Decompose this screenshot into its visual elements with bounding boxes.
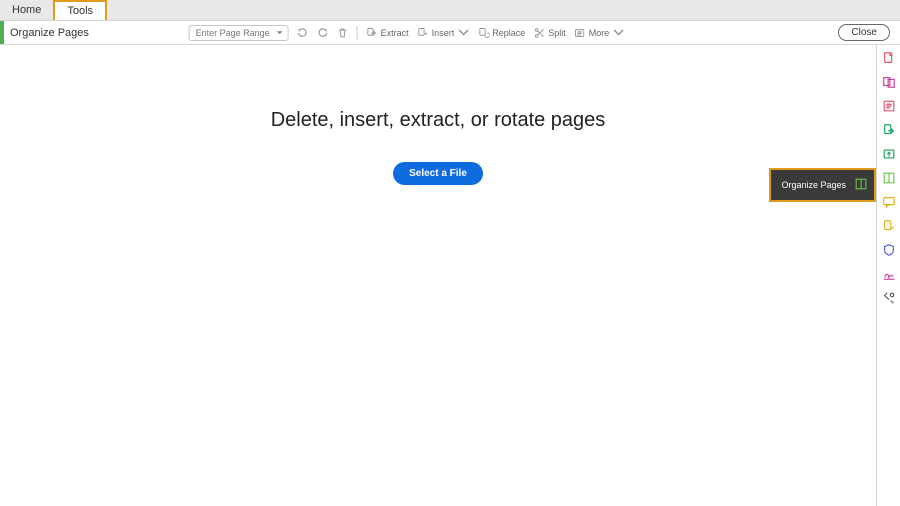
organize-pages-icon — [854, 177, 868, 193]
rail-organize-icon[interactable] — [882, 171, 896, 185]
replace-label: Replace — [492, 28, 525, 38]
rail-combine-icon[interactable] — [882, 75, 896, 89]
rail-protect-icon[interactable] — [882, 243, 896, 257]
delete-button[interactable] — [337, 27, 349, 39]
rail-fill-sign-icon[interactable] — [882, 219, 896, 233]
right-tool-rail — [876, 45, 900, 506]
rail-more-tools-icon[interactable] — [882, 291, 896, 305]
tab-home[interactable]: Home — [0, 0, 53, 20]
replace-button[interactable]: Replace — [477, 27, 525, 39]
more-label: More — [589, 28, 610, 38]
tooltip-label: Organize Pages — [781, 180, 846, 190]
rotate-cw-button[interactable] — [317, 27, 329, 39]
rail-comment-icon[interactable] — [882, 195, 896, 209]
extract-button[interactable]: Extract — [366, 27, 409, 39]
top-tab-bar: Home Tools — [0, 0, 900, 21]
headline: Delete, insert, extract, or rotate pages — [271, 109, 606, 132]
organize-sub-bar: Organize Pages Enter Page Range Extract — [0, 21, 900, 45]
subbar-title: Organize Pages — [4, 27, 89, 39]
select-file-button[interactable]: Select a File — [393, 162, 483, 185]
split-button[interactable]: Split — [533, 27, 566, 39]
rail-share-icon[interactable] — [882, 147, 896, 161]
rotate-ccw-button[interactable] — [297, 27, 309, 39]
chevron-down-icon — [612, 27, 624, 39]
rail-sign-icon[interactable] — [882, 267, 896, 281]
main-stage: Delete, insert, extract, or rotate pages… — [0, 45, 876, 506]
organize-pages-tooltip: Organize Pages — [769, 168, 876, 202]
close-button[interactable]: Close — [838, 24, 890, 41]
rail-create-pdf-icon[interactable] — [882, 51, 896, 65]
tab-tools[interactable]: Tools — [53, 0, 107, 20]
insert-label: Insert — [432, 28, 455, 38]
chevron-down-icon — [457, 27, 469, 39]
insert-button[interactable]: Insert — [417, 27, 470, 39]
divider — [357, 26, 358, 40]
rail-edit-icon[interactable] — [882, 99, 896, 113]
extract-label: Extract — [381, 28, 409, 38]
subbar-tools: Enter Page Range Extract — [189, 25, 625, 41]
more-button[interactable]: More — [574, 27, 625, 39]
top-right-icons — [854, 0, 900, 20]
rail-export-icon[interactable] — [882, 123, 896, 137]
page-range-dropdown[interactable]: Enter Page Range — [189, 25, 289, 41]
split-label: Split — [548, 28, 566, 38]
